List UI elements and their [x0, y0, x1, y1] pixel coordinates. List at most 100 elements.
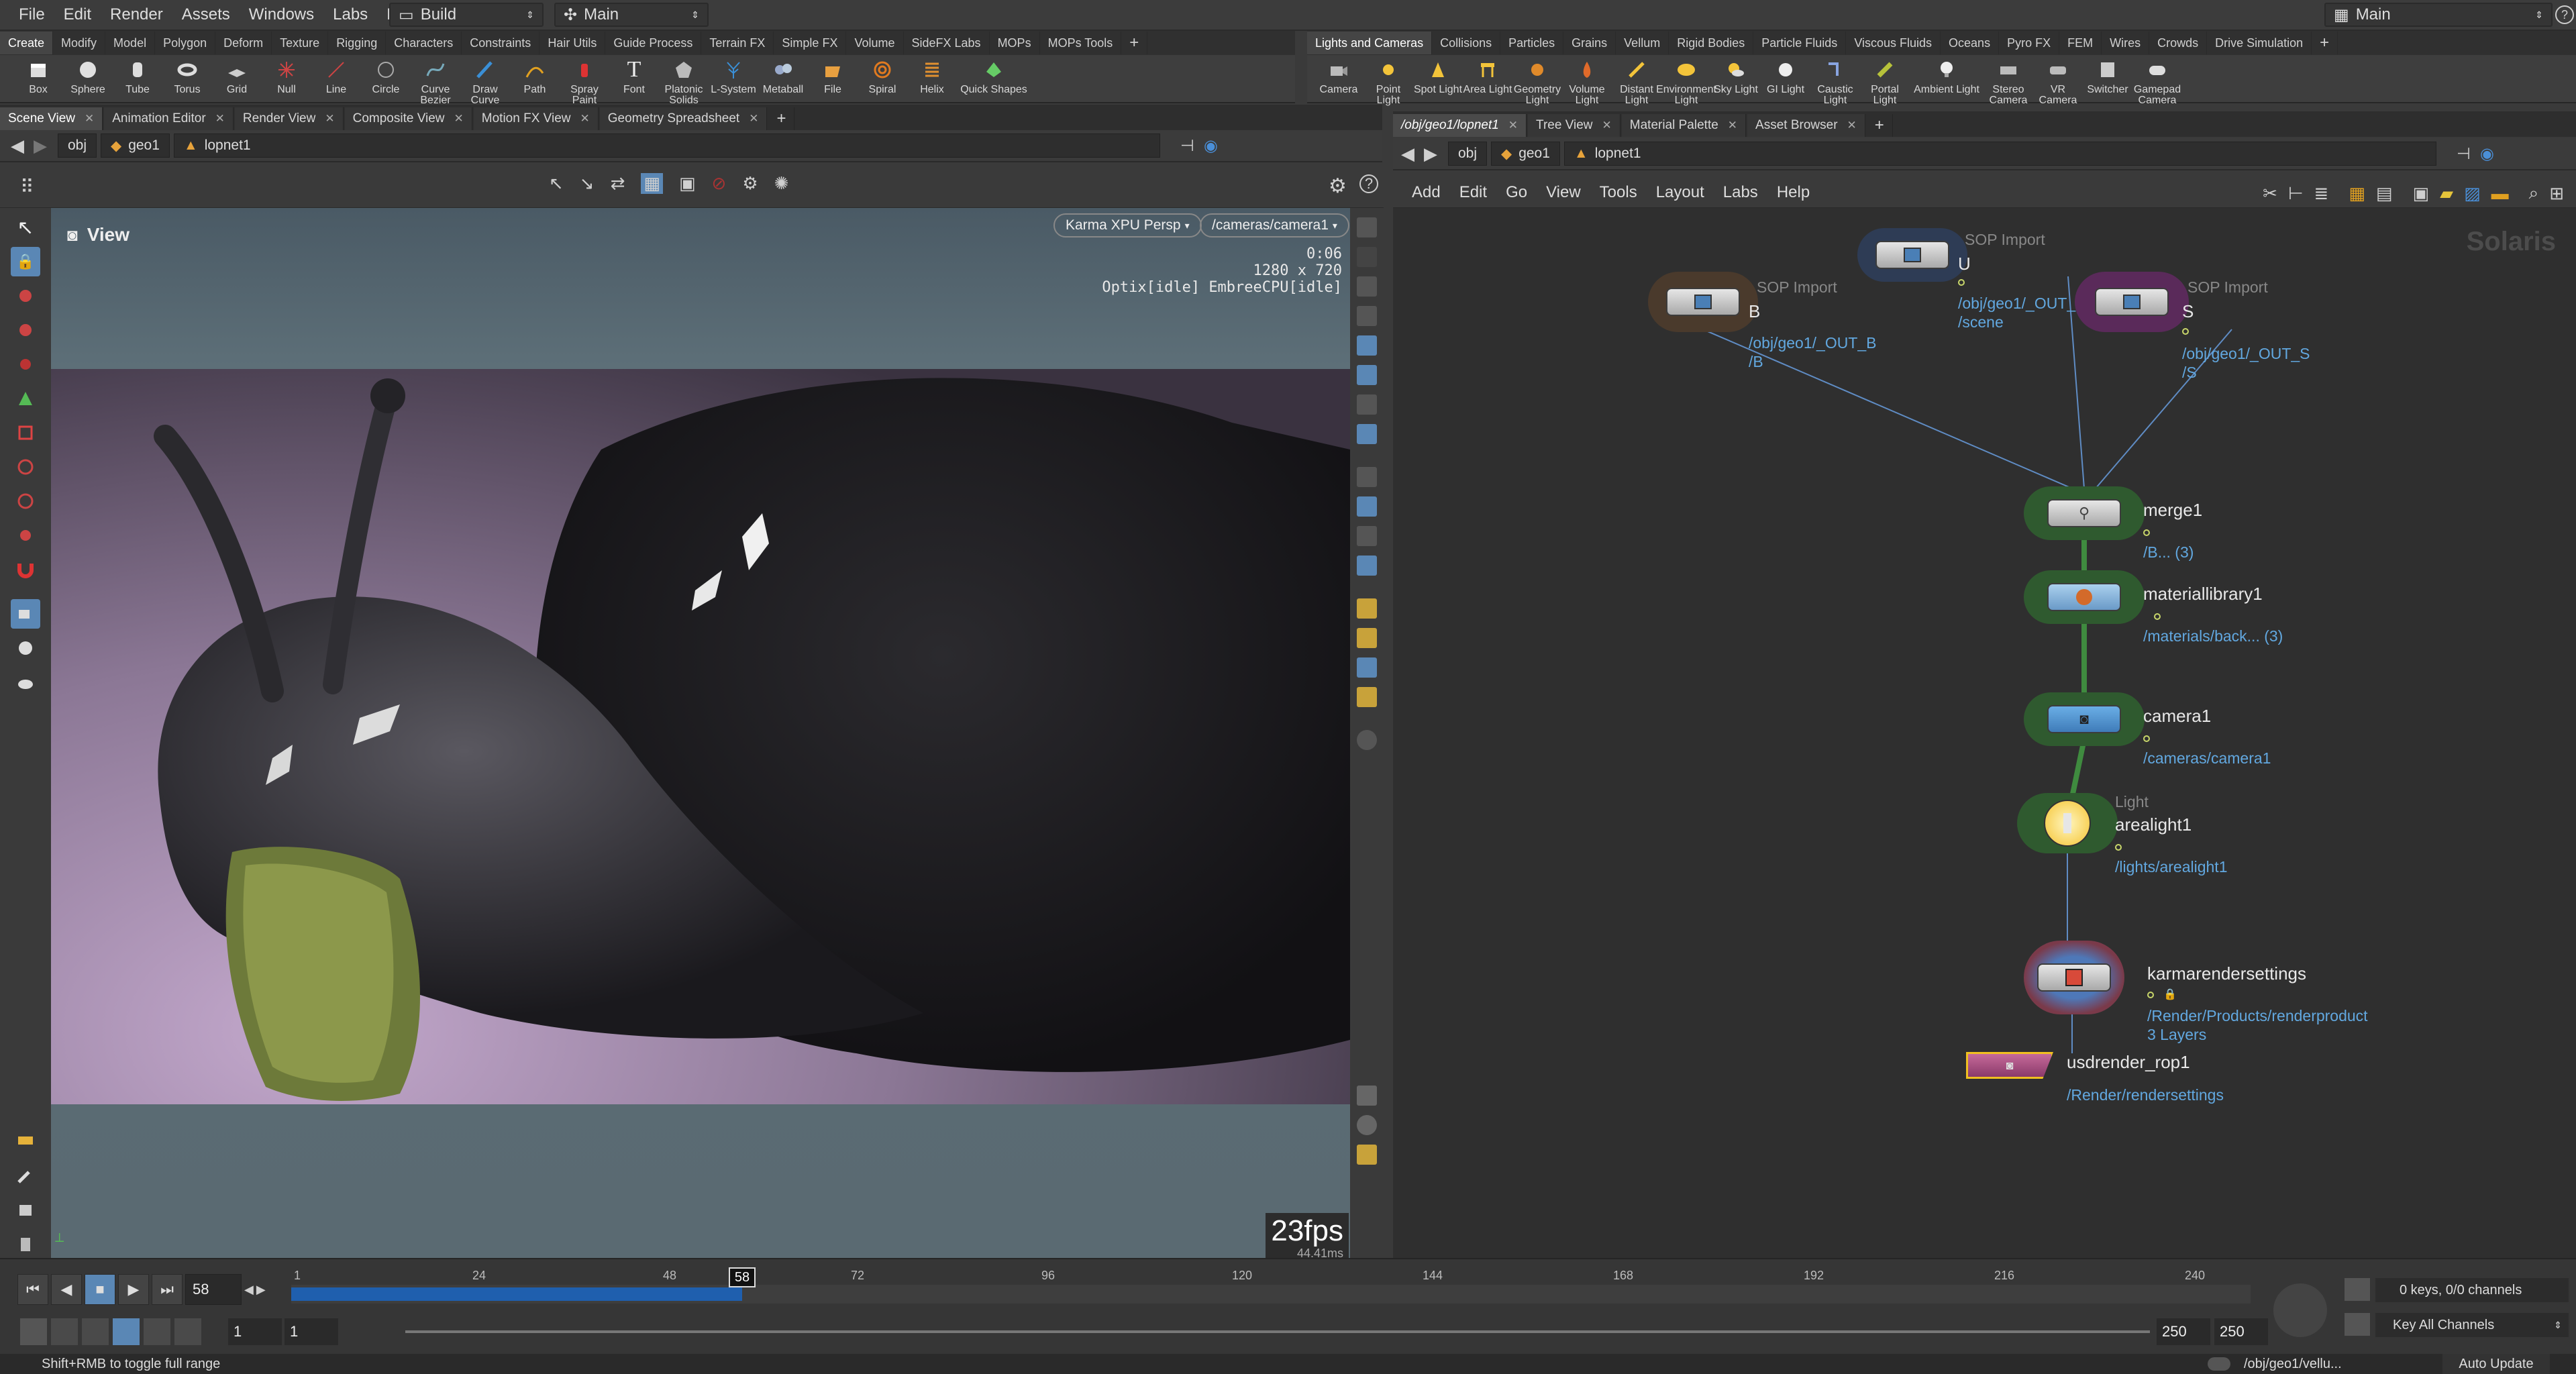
close-icon[interactable]: ✕ [1602, 119, 1612, 132]
tree-icon[interactable]: ⊢ [2288, 183, 2304, 204]
menu-layout[interactable]: Layout [1647, 183, 1714, 202]
shelf-tab-texture[interactable]: Texture [272, 32, 329, 54]
rotate-icon[interactable] [11, 350, 40, 379]
snapshot-icon[interactable]: ▣ [679, 173, 696, 194]
grid-view-icon[interactable]: ▦ [2349, 183, 2365, 204]
audio-icon[interactable] [51, 1318, 78, 1345]
shelf-tab-guide-process[interactable]: Guide Process [605, 32, 702, 54]
node-merge1[interactable]: ⚲ merge1 /B... (3) [2024, 486, 2202, 561]
crumb-obj[interactable]: obj [58, 134, 97, 158]
close-icon[interactable]: ✕ [85, 112, 94, 125]
shelf-tab-wires[interactable]: Wires [2102, 32, 2150, 54]
shelf-tab-characters[interactable]: Characters [386, 32, 462, 54]
sticky-note-icon[interactable]: ▰ [2440, 183, 2453, 204]
display-option-icon[interactable] [1357, 687, 1377, 707]
tab-render-view[interactable]: Render View ✕ [234, 107, 344, 130]
display-option-icon[interactable] [1357, 217, 1377, 237]
shelf-tab-particles[interactable]: Particles [1500, 32, 1564, 54]
current-frame-field[interactable]: 58 [185, 1274, 242, 1305]
link-icon[interactable]: ◉ [1204, 136, 1218, 156]
step-back-icon[interactable]: ◀ [244, 1283, 254, 1297]
close-icon[interactable]: ✕ [454, 112, 464, 125]
shelf-tab-rigid-bodies[interactable]: Rigid Bodies [1669, 32, 1754, 54]
tool-sphere[interactable]: Sphere [63, 58, 113, 95]
display-flag-icon[interactable] [2154, 613, 2161, 620]
node-usdrender-rop1[interactable]: ◙ usdrender_rop1 /Render/rendersettings [1918, 1052, 2224, 1104]
paint-icon[interactable] [11, 1229, 40, 1259]
camera-dropdown[interactable]: /cameras/camera1 ▾ [1200, 213, 1349, 237]
tool-caustic-light[interactable]: Caustic Light [1810, 58, 1860, 106]
image-icon[interactable]: ▨ [2464, 183, 2481, 204]
shelf-tab-sidefx-labs[interactable]: SideFX Labs [904, 32, 990, 54]
display-option-icon[interactable] [1357, 628, 1377, 648]
key-icon[interactable] [2345, 1313, 2370, 1336]
step-forward-icon[interactable]: ▶ [256, 1283, 266, 1297]
link-icon[interactable]: ◉ [2480, 144, 2494, 164]
shelf-tab-deform[interactable]: Deform [215, 32, 272, 54]
shelf-tab-lights-cameras[interactable]: Lights and Cameras [1307, 32, 1433, 54]
add-tab-button[interactable]: + [768, 107, 795, 130]
grid-icon[interactable] [1357, 1145, 1377, 1165]
pin-icon[interactable]: ⊣ [1180, 136, 1194, 156]
paint-icon[interactable] [11, 1195, 40, 1224]
back-arrow-icon[interactable]: ◀ [1401, 144, 1414, 164]
menu-go[interactable]: Go [1496, 183, 1537, 202]
auto-update-button[interactable]: Auto Update [2442, 1354, 2550, 1374]
display-flag-icon[interactable] [2115, 844, 2122, 851]
info-icon[interactable] [1357, 1115, 1377, 1135]
tool-ambient-light[interactable]: Ambient Light [1910, 58, 1983, 95]
gear-icon[interactable]: ⚙ [1329, 174, 1347, 198]
tab-geometry-spreadsheet[interactable]: Geometry Spreadsheet ✕ [599, 107, 768, 130]
close-icon[interactable]: ✕ [1847, 119, 1857, 132]
camera-view-icon[interactable] [11, 599, 40, 629]
tool-point-light[interactable]: Point Light [1363, 58, 1413, 106]
close-icon[interactable]: ✕ [1728, 119, 1737, 132]
display-option-icon[interactable] [1357, 467, 1377, 487]
display-option-icon[interactable] [1357, 335, 1377, 356]
stop-render-icon[interactable]: ⊘ [712, 173, 727, 194]
tool-gi-light[interactable]: GI Light [1761, 58, 1810, 95]
step-icon[interactable] [174, 1318, 201, 1345]
shelf-tab-grains[interactable]: Grains [1563, 32, 1616, 54]
tool-geometry-light[interactable]: Geometry Light [1512, 58, 1562, 106]
crumb-geo1[interactable]: ◆ geo1 [101, 134, 170, 158]
shelf-tab-model[interactable]: Model [105, 32, 156, 54]
shelf-tab-drive-simulation[interactable]: Drive Simulation [2207, 32, 2312, 54]
magnet-icon[interactable] [11, 555, 40, 584]
tool-distant-light[interactable]: Distant Light [1612, 58, 1661, 106]
jump-end-icon[interactable]: ⏭ [152, 1274, 183, 1305]
end-frame-field[interactable]: 250 [2157, 1318, 2210, 1345]
tool-area-light[interactable]: Area Light [1463, 58, 1512, 95]
tool-box[interactable]: Box [13, 58, 63, 95]
tool-file[interactable]: File [808, 58, 858, 95]
display-flag-icon[interactable] [2143, 735, 2150, 742]
tab-scene-view[interactable]: Scene View ✕ [0, 107, 103, 130]
timeline-bar[interactable] [291, 1285, 2251, 1304]
eye-icon[interactable] [1357, 1086, 1377, 1106]
shelf-tab-terrain-fx[interactable]: Terrain FX [701, 32, 774, 54]
end-frame-field-2[interactable]: 250 [2214, 1318, 2268, 1345]
select-arrow-icon[interactable]: ↖ [11, 213, 40, 242]
display-option-icon[interactable] [1357, 247, 1377, 267]
transform-icon[interactable]: ⇄ [611, 173, 625, 194]
display-option-icon[interactable] [1357, 657, 1377, 678]
desktop-selector[interactable]: ▭ Build ⇕ [389, 3, 544, 27]
node-sop-import-b[interactable]: SOP Import B /obj/geo1/_OUT_B /B [1648, 272, 1877, 370]
node-sop-import-s[interactable]: SOP Import S /obj/geo1/_OUT_S /S [2075, 272, 2310, 381]
tool-torus[interactable]: Torus [162, 58, 212, 95]
tab-motion-fx-view[interactable]: Motion FX View ✕ [473, 107, 599, 130]
crumb-geo1[interactable]: ◆ geo1 [1491, 142, 1560, 166]
display-option-icon[interactable] [1357, 730, 1377, 750]
list-icon[interactable]: ≣ [2314, 183, 2329, 204]
params-icon[interactable]: ⊞ [2549, 183, 2564, 204]
menu-labs[interactable]: Labs [1714, 183, 1767, 202]
jump-start-icon[interactable]: ⏮ [17, 1274, 48, 1305]
tool-helix[interactable]: Helix [907, 58, 957, 95]
tool-vr-camera[interactable]: VR Camera [2033, 58, 2083, 106]
tool-line[interactable]: Line [311, 58, 361, 95]
display-option-icon[interactable] [1357, 394, 1377, 415]
node-materiallibrary1[interactable]: materiallibrary1 /materials/back... (3) [2024, 570, 2283, 645]
display-flag-icon[interactable] [1958, 279, 1965, 286]
tool-switcher[interactable]: Switcher [2083, 58, 2132, 95]
close-icon[interactable]: ✕ [1508, 119, 1518, 132]
